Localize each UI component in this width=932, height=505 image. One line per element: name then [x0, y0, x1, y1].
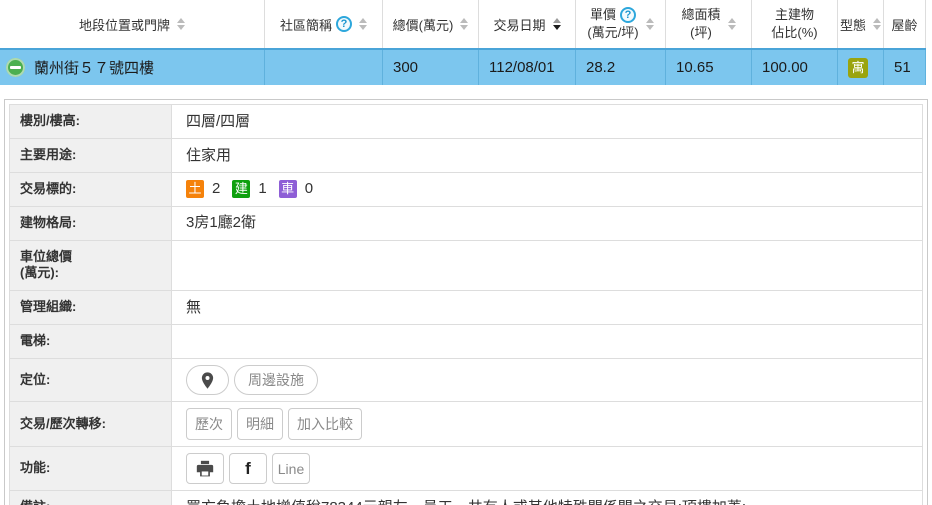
- col-label-unit-price-2: (萬元/坪): [587, 24, 638, 42]
- add-to-compare-button[interactable]: 加入比較: [288, 408, 362, 440]
- sort-icon-community[interactable]: [359, 18, 367, 30]
- building-type-badge: 寓: [848, 58, 868, 78]
- history-button[interactable]: 歷次: [186, 408, 232, 440]
- detail-value-usage: 住家用: [172, 138, 923, 172]
- sort-icon-total-price[interactable]: [460, 18, 468, 30]
- detail-value-elevator: [172, 325, 923, 359]
- row-date: 112/08/01: [479, 50, 576, 85]
- detail-value-floor: 四層/四層: [172, 105, 923, 139]
- col-header-unit-price[interactable]: 單價 ? (萬元/坪): [576, 0, 666, 48]
- line-label: Line: [276, 461, 306, 477]
- detail-row-location: 定位: 周邊設施: [10, 359, 923, 402]
- col-label-total-price: 總價(萬元): [393, 15, 454, 34]
- map-pin-icon: [200, 371, 215, 390]
- sort-icon-date-active-desc[interactable]: [553, 18, 561, 30]
- details-button[interactable]: 明細: [237, 408, 283, 440]
- col-label-type: 型態: [840, 15, 866, 34]
- detail-label-management: 管理組織:: [10, 291, 172, 325]
- col-header-address[interactable]: 地段位置或門牌: [0, 0, 265, 48]
- parking-count: 0: [305, 179, 313, 199]
- detail-label-remark: 備註:: [10, 491, 172, 505]
- detail-label-functions: 功能:: [10, 447, 172, 491]
- detail-value-parking-price: [172, 240, 923, 291]
- detail-panel: 樓別/樓高: 四層/四層 主要用途: 住家用 交易標的: 土2 建1 車0 建物…: [4, 99, 928, 505]
- building-badge-icon: 建: [232, 180, 250, 198]
- help-icon-unit-price[interactable]: ?: [620, 7, 636, 23]
- detail-label-target: 交易標的:: [10, 172, 172, 206]
- parking-badge-icon: 車: [279, 180, 297, 198]
- col-header-area[interactable]: 總面積 (坪): [666, 0, 752, 48]
- sort-icon-unit-price[interactable]: [646, 18, 654, 30]
- col-label-main-ratio: 主建物: [771, 6, 817, 24]
- detail-label-parking-price: 車位總價 (萬元):: [10, 240, 172, 291]
- col-label-main-ratio-2: 佔比(%): [771, 24, 817, 42]
- detail-label-location: 定位:: [10, 359, 172, 402]
- col-label-unit-price: 單價: [590, 6, 616, 24]
- detail-label-floor: 樓別/樓高:: [10, 105, 172, 139]
- col-header-total-price[interactable]: 總價(萬元): [383, 0, 479, 48]
- detail-value-layout: 3房1廳2衛: [172, 206, 923, 240]
- row-area: 10.65: [666, 50, 752, 85]
- sort-icon-address[interactable]: [177, 18, 185, 30]
- col-header-age: 屋齡: [884, 0, 926, 48]
- detail-row-remark: 備註: 買方負擔土地增值稅78344元親友、員工、共有人或其他特殊關係間之交易;…: [10, 491, 923, 505]
- detail-row-target: 交易標的: 土2 建1 車0: [10, 172, 923, 206]
- row-community: [265, 50, 383, 85]
- col-header-date[interactable]: 交易日期: [479, 0, 576, 48]
- col-label-age: 屋齡: [891, 15, 917, 34]
- facebook-share-button[interactable]: f: [229, 453, 267, 484]
- results-table: 地段位置或門牌 社區簡稱 ? 總價(萬元) 交易日期 單價 ? (萬元/坪): [0, 0, 926, 85]
- sort-icon-area[interactable]: [728, 18, 736, 30]
- row-address: 蘭州街５７號四樓: [34, 57, 154, 78]
- building-count: 1: [258, 179, 266, 199]
- collapse-row-icon[interactable]: [6, 58, 25, 77]
- row-age: 51: [884, 50, 926, 85]
- map-pin-button[interactable]: [186, 365, 229, 395]
- col-header-main-ratio: 主建物 佔比(%): [752, 0, 838, 48]
- col-label-date: 交易日期: [493, 15, 545, 34]
- col-label-area-2: (坪): [681, 24, 720, 42]
- detail-label-elevator: 電梯:: [10, 325, 172, 359]
- col-header-community[interactable]: 社區簡稱 ?: [265, 0, 383, 48]
- row-unit-price: 28.2: [576, 50, 666, 85]
- detail-row-parking-price: 車位總價 (萬元):: [10, 240, 923, 291]
- col-label-community: 社區簡稱: [280, 15, 332, 34]
- row-main-ratio: 100.00: [752, 50, 838, 85]
- printer-icon: [195, 460, 215, 478]
- facebook-icon: f: [245, 459, 251, 479]
- nearby-facilities-button[interactable]: 周邊設施: [234, 365, 318, 395]
- col-header-type[interactable]: 型態: [838, 0, 884, 48]
- detail-row-floor: 樓別/樓高: 四層/四層: [10, 105, 923, 139]
- detail-row-functions: 功能: f Line: [10, 447, 923, 491]
- detail-row-usage: 主要用途: 住家用: [10, 138, 923, 172]
- land-count: 2: [212, 179, 220, 199]
- detail-value-management: 無: [172, 291, 923, 325]
- help-icon-community[interactable]: ?: [336, 16, 352, 32]
- sort-icon-type[interactable]: [873, 18, 881, 30]
- detail-label-usage: 主要用途:: [10, 138, 172, 172]
- col-label-area: 總面積: [681, 6, 720, 24]
- line-share-button[interactable]: Line: [272, 453, 310, 484]
- land-badge-icon: 土: [186, 180, 204, 198]
- print-button[interactable]: [186, 453, 224, 484]
- detail-value-remark: 買方負擔土地增值稅78344元親友、員工、共有人或其他特殊關係間之交易;頂樓加蓋…: [172, 491, 923, 505]
- col-label-address: 地段位置或門牌: [79, 15, 170, 34]
- detail-label-layout: 建物格局:: [10, 206, 172, 240]
- detail-row-layout: 建物格局: 3房1廳2衛: [10, 206, 923, 240]
- detail-row-elevator: 電梯:: [10, 325, 923, 359]
- result-row-selected[interactable]: 蘭州街５７號四樓 300 112/08/01 28.2 10.65 100.00…: [0, 48, 926, 85]
- detail-label-transfers: 交易/歷次轉移:: [10, 402, 172, 447]
- row-total-price: 300: [383, 50, 479, 85]
- detail-row-transfers: 交易/歷次轉移: 歷次 明細 加入比較: [10, 402, 923, 447]
- detail-row-management: 管理組織: 無: [10, 291, 923, 325]
- results-table-header: 地段位置或門牌 社區簡稱 ? 總價(萬元) 交易日期 單價 ? (萬元/坪): [0, 0, 926, 48]
